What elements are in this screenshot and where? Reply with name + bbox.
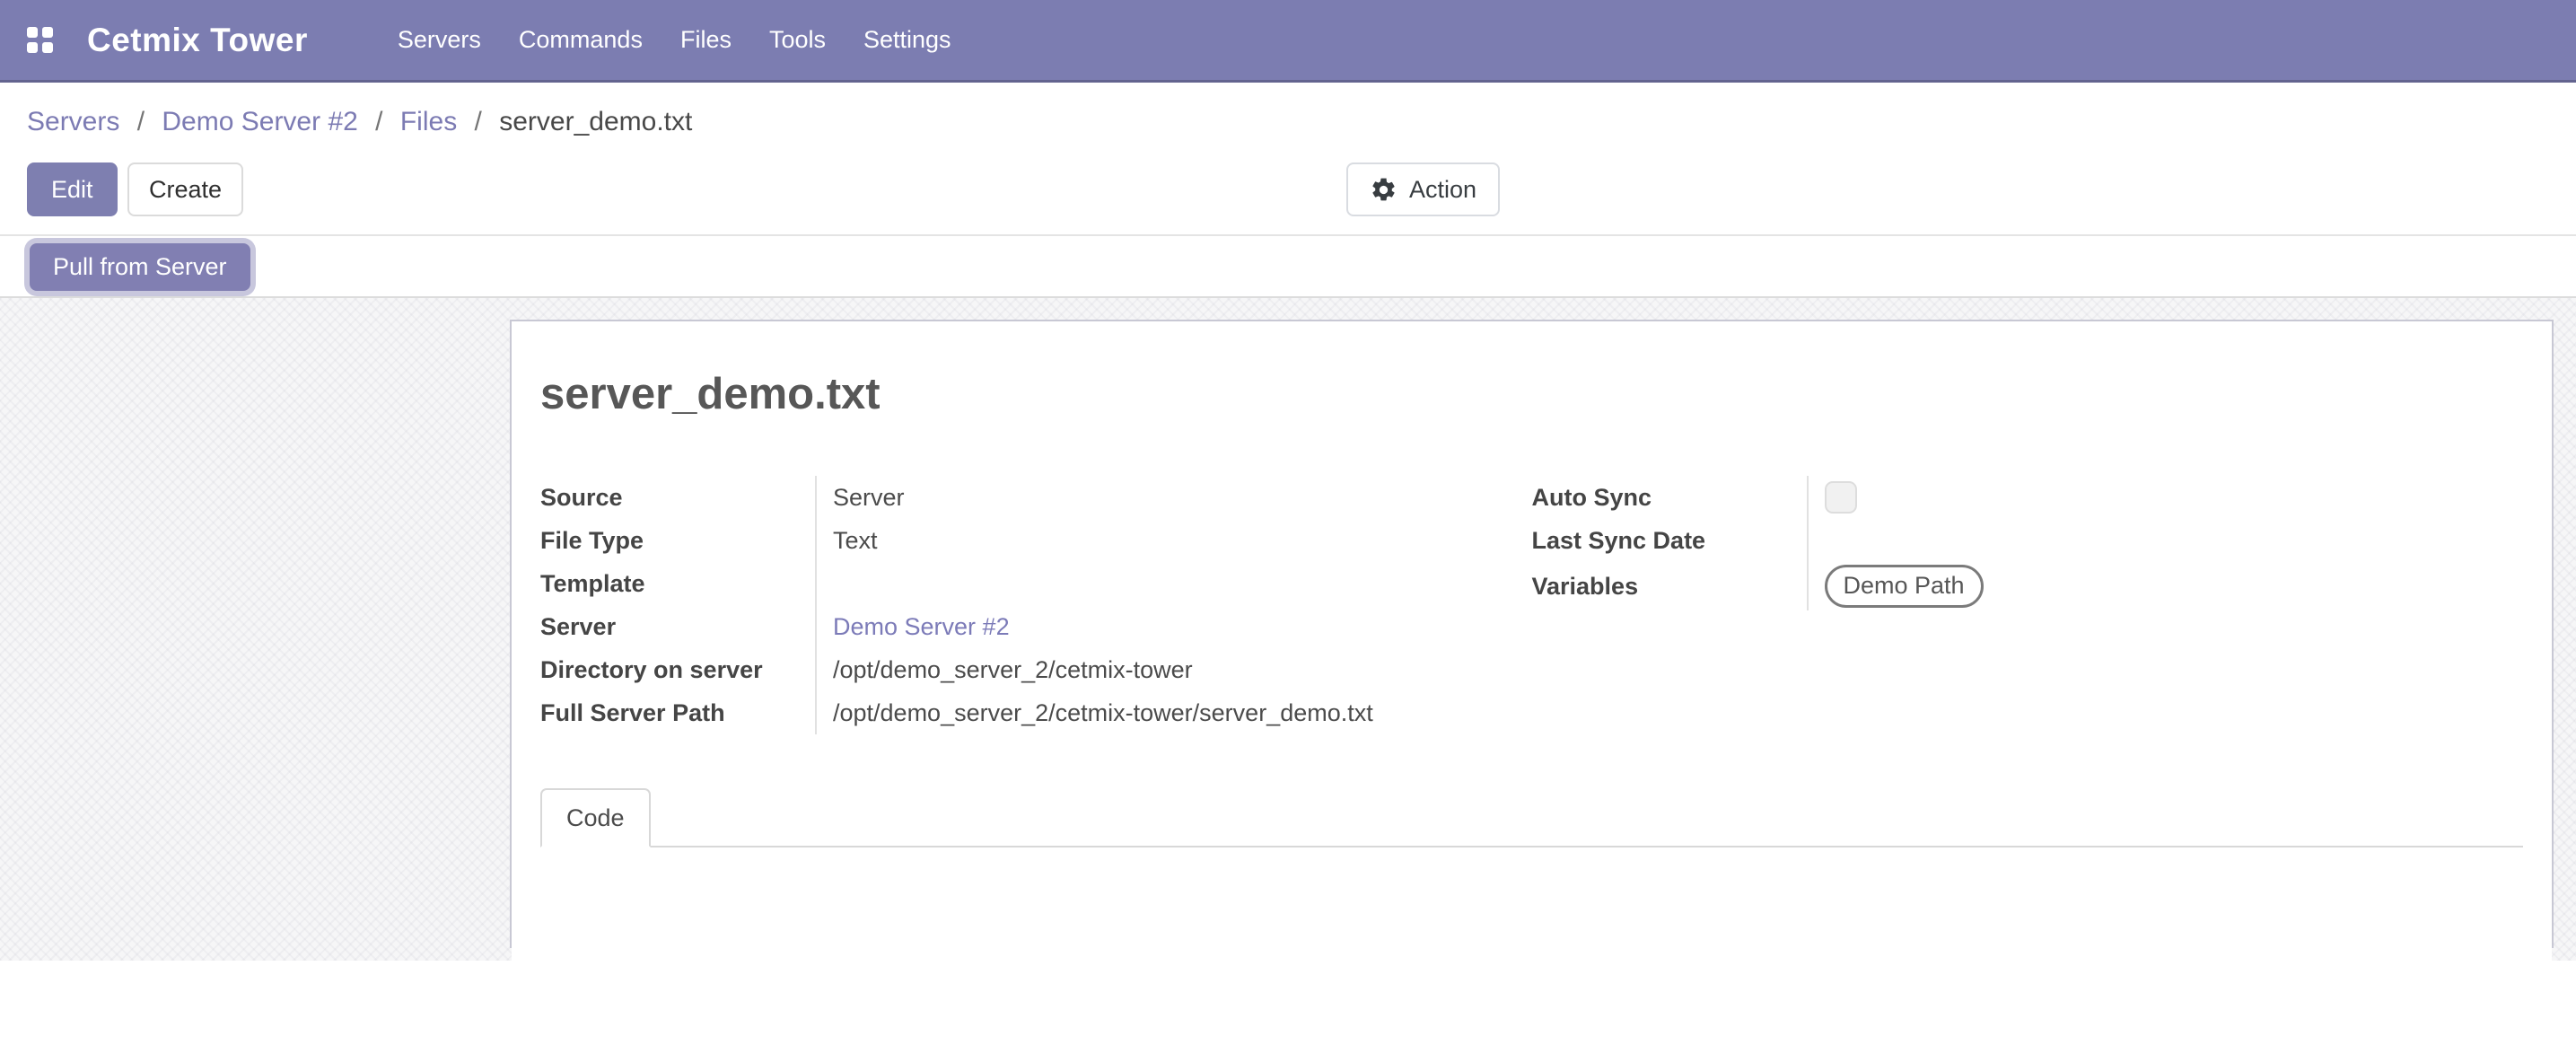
auto-sync-checkbox[interactable] <box>1825 481 1857 514</box>
field-row-full-server-path: Full Server Path /opt/demo_server_2/cetm… <box>540 691 1532 734</box>
field-label-template: Template <box>540 569 815 598</box>
control-panel-buttons: Edit Create Action <box>27 162 2549 216</box>
field-row-directory-on-server: Directory on server /opt/demo_server_2/c… <box>540 648 1532 691</box>
field-value-template <box>815 562 1532 605</box>
top-navbar: Cetmix Tower Servers Commands Files Tool… <box>0 0 2576 83</box>
field-row-template: Template <box>540 562 1532 605</box>
field-label-source: Source <box>540 483 815 512</box>
field-value-full-server-path: /opt/demo_server_2/cetmix-tower/server_d… <box>815 691 1532 734</box>
field-row-file-type: File Type Text <box>540 519 1532 562</box>
field-row-server: Server Demo Server #2 <box>540 605 1532 648</box>
nav-item-commands[interactable]: Commands <box>519 26 643 54</box>
field-groups: Source Server File Type Text Template Se… <box>512 476 2552 734</box>
edit-button[interactable]: Edit <box>27 162 118 216</box>
nav-item-tools[interactable]: Tools <box>769 26 826 54</box>
pull-from-server-button[interactable]: Pull from Server <box>30 243 250 291</box>
field-label-auto-sync: Auto Sync <box>1532 483 1807 512</box>
field-label-file-type: File Type <box>540 526 815 555</box>
field-row-last-sync-date: Last Sync Date <box>1532 519 2524 562</box>
breadcrumb-separator: / <box>375 107 382 136</box>
field-group-left: Source Server File Type Text Template Se… <box>540 476 1532 734</box>
server-record-link[interactable]: Demo Server #2 <box>833 612 1010 641</box>
field-value-auto-sync <box>1807 476 2524 519</box>
form-statusbar: Pull from Server <box>0 236 2576 298</box>
apps-grid-square <box>27 27 38 38</box>
content-area: server_demo.txt Source Server File Type … <box>0 298 2576 961</box>
control-panel: Servers / Demo Server #2 / Files / serve… <box>0 83 2576 236</box>
apps-grid-square <box>42 42 53 53</box>
field-group-right: Auto Sync Last Sync Date Variables Demo … <box>1532 476 2524 734</box>
field-value-source: Server <box>815 476 1532 519</box>
nav-item-settings[interactable]: Settings <box>863 26 951 54</box>
variable-tag-demo-path: Demo Path <box>1825 565 1984 608</box>
nav-item-files[interactable]: Files <box>680 26 732 54</box>
field-value-file-type: Text <box>815 519 1532 562</box>
field-label-last-sync-date: Last Sync Date <box>1532 526 1807 555</box>
field-value-last-sync-date <box>1807 519 2524 562</box>
field-row-source: Source Server <box>540 476 1532 519</box>
breadcrumb-link-servers[interactable]: Servers <box>27 107 119 136</box>
action-button-label: Action <box>1409 176 1476 204</box>
breadcrumb-link-files[interactable]: Files <box>400 107 457 136</box>
nav-item-servers[interactable]: Servers <box>398 26 481 54</box>
create-button[interactable]: Create <box>127 162 243 216</box>
breadcrumb-link-demo-server-2[interactable]: Demo Server #2 <box>162 107 357 136</box>
brand-title[interactable]: Cetmix Tower <box>87 22 308 59</box>
field-row-auto-sync: Auto Sync <box>1532 476 2524 519</box>
field-label-directory-on-server: Directory on server <box>540 655 815 684</box>
apps-grid-square <box>27 42 38 53</box>
code-tab-content <box>512 847 2552 1045</box>
field-label-full-server-path: Full Server Path <box>540 698 815 727</box>
field-label-server: Server <box>540 612 815 641</box>
field-row-variables: Variables Demo Path <box>1532 562 2524 610</box>
action-menu-button[interactable]: Action <box>1346 162 1500 216</box>
field-value-directory-on-server: /opt/demo_server_2/cetmix-tower <box>815 648 1532 691</box>
record-title: server_demo.txt <box>540 368 2523 420</box>
field-label-variables: Variables <box>1532 572 1807 601</box>
apps-grid-icon[interactable] <box>27 27 53 53</box>
notebook-tabs: Code <box>540 790 2523 847</box>
apps-grid-square <box>42 27 53 38</box>
form-sheet: server_demo.txt Source Server File Type … <box>510 320 2554 948</box>
tab-code[interactable]: Code <box>540 788 651 847</box>
breadcrumb-current: server_demo.txt <box>499 107 692 136</box>
main-menu: Servers Commands Files Tools Settings <box>398 26 951 54</box>
field-value-server: Demo Server #2 <box>815 605 1532 648</box>
breadcrumb: Servers / Demo Server #2 / Files / serve… <box>27 106 2549 138</box>
field-value-variables: Demo Path <box>1807 562 2524 610</box>
gear-icon <box>1370 176 1398 204</box>
breadcrumb-separator: / <box>475 107 482 136</box>
breadcrumb-separator: / <box>137 107 145 136</box>
